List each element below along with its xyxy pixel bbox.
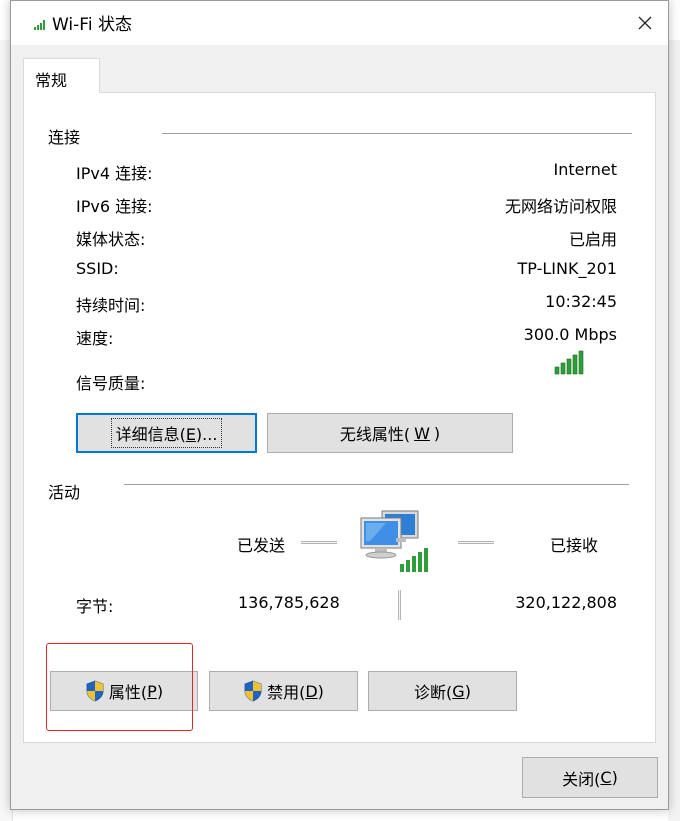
media-state-value: 已启用 xyxy=(568,230,617,249)
ssid-label: SSID: xyxy=(76,259,119,278)
bytes-label: 字节: xyxy=(76,597,114,616)
tab-general-label: 常规 xyxy=(35,71,68,90)
ipv4-label: IPv4 连接: xyxy=(76,164,153,183)
close-button[interactable]: 关闭(C) xyxy=(522,757,658,798)
activity-heading: 活动 xyxy=(48,483,81,502)
connection-heading: 连接 xyxy=(48,128,81,147)
sent-label: 已发送 xyxy=(237,536,286,555)
general-tab-panel: 连接 IPv4 连接: Internet IPv6 连接: 无网络访问权限 媒体… xyxy=(23,92,656,743)
connection-divider xyxy=(162,133,632,134)
sent-line xyxy=(301,541,337,544)
network-computers-icon xyxy=(360,510,428,572)
disable-button[interactable]: 禁用(D) xyxy=(209,671,358,711)
speed-label: 速度: xyxy=(76,329,114,348)
wifi-status-dialog: Wi-Fi 状态 常规 连接 IPv4 连接: Internet IPv6 连接… xyxy=(10,0,669,810)
ipv4-value: Internet xyxy=(553,160,617,179)
speed-value: 300.0 Mbps xyxy=(523,325,617,344)
bytes-received-value: 320,122,808 xyxy=(515,593,617,612)
duration-value: 10:32:45 xyxy=(545,292,617,311)
title-bar: Wi-Fi 状态 xyxy=(11,1,668,45)
properties-button[interactable]: 属性(P) xyxy=(50,671,198,711)
bytes-separator xyxy=(398,590,401,620)
duration-label: 持续时间: xyxy=(76,296,146,315)
activity-divider xyxy=(124,484,629,485)
diagnose-button[interactable]: 诊断(G) xyxy=(368,671,517,711)
ipv6-value: 无网络访问权限 xyxy=(504,197,617,216)
bytes-sent-value: 136,785,628 xyxy=(238,593,340,612)
close-window-button[interactable] xyxy=(622,1,668,45)
wireless-properties-button[interactable]: 无线属性(W) xyxy=(267,413,513,453)
wifi-signal-icon xyxy=(34,20,45,30)
ipv6-label: IPv6 连接: xyxy=(76,197,153,216)
window-title: Wi-Fi 状态 xyxy=(52,15,132,35)
uac-shield-icon xyxy=(244,680,262,702)
signal-strength-icon xyxy=(554,350,584,375)
background-window-right-edge xyxy=(668,40,680,821)
received-label: 已接收 xyxy=(550,536,599,555)
close-icon xyxy=(638,16,652,30)
details-button[interactable]: 详细信息(E)... xyxy=(76,413,257,453)
uac-shield-icon xyxy=(86,680,104,702)
signal-quality-label: 信号质量: xyxy=(76,374,146,393)
ssid-value: TP-LINK_201 xyxy=(517,259,617,278)
received-line xyxy=(458,541,494,544)
media-state-label: 媒体状态: xyxy=(76,230,146,249)
tab-general[interactable]: 常规 xyxy=(23,58,100,93)
